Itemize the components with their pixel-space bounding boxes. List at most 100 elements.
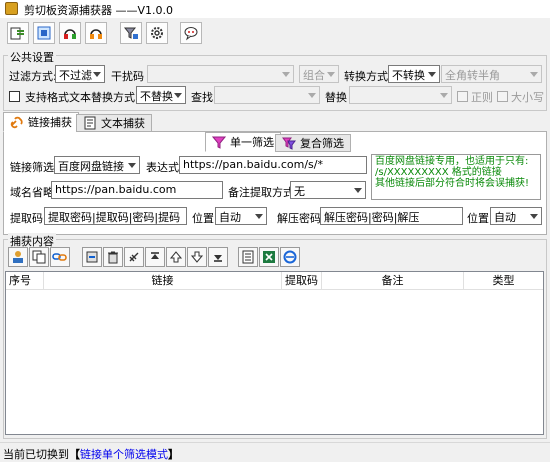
export-button[interactable] [82, 247, 102, 267]
link-filter-value: 百度网盘链接 [58, 160, 124, 173]
replace-mode-select[interactable]: 不替换 [136, 86, 186, 104]
chevron-down-icon [308, 93, 316, 98]
chevron-down-icon [327, 72, 335, 77]
unzip-position-select[interactable]: 自动 [490, 207, 542, 225]
unzip-password-input[interactable]: 解压密码|密码|解压 [320, 207, 463, 225]
regex-label: 正则 [471, 91, 493, 104]
app-icon [5, 2, 18, 15]
column-header-link[interactable]: 链接 [44, 272, 282, 290]
person-icon [13, 251, 23, 263]
tab-single-filter[interactable]: 单一筛选 [205, 132, 281, 152]
column-header-code[interactable]: 提取码 [282, 272, 322, 290]
arrow-bottom-icon [214, 255, 222, 262]
title-bar: 剪切板资源捕获器 ——V1.0.0 [0, 0, 550, 18]
column-header-remark[interactable]: 备注 [322, 272, 464, 290]
clean-button[interactable] [124, 247, 144, 267]
domain-omit-label: 域名省略 [10, 186, 54, 199]
filter-multi-icon [282, 137, 296, 150]
code-position-select[interactable]: 自动 [215, 207, 267, 225]
link-filter-select[interactable]: 百度网盘链接 [54, 156, 140, 174]
note-line: 百度网盘链接专用，也适用于只有: [375, 156, 529, 167]
regex-checkbox[interactable] [457, 91, 468, 102]
note-line: 其他链接后部分符合时将会误捕获! [375, 178, 530, 189]
find-select[interactable] [214, 86, 320, 104]
link-capture-icon [10, 116, 23, 129]
status-mode: 链接单个筛选模式 [80, 448, 168, 461]
open-browser-button[interactable] [280, 247, 300, 267]
expression-input[interactable]: https://pan.baidu.com/s/* [179, 156, 367, 174]
move-bottom-button[interactable] [208, 247, 228, 267]
status-text: 当前已切换到【链接单个筛选模式】 [3, 446, 179, 462]
domain-omit-input[interactable]: https://pan.baidu.com [51, 181, 223, 199]
chevron-down-icon [93, 72, 101, 77]
tab-compound-filter[interactable]: 复合筛选 [275, 134, 351, 152]
column-header-type[interactable]: 类型 [464, 272, 543, 290]
tab-single-filter-label: 单一筛选 [230, 136, 274, 149]
feedback-button[interactable] [180, 22, 202, 44]
capture-toggle-icon [10, 27, 24, 40]
arrow-top-icon [151, 252, 159, 259]
text-export-button[interactable] [238, 247, 258, 267]
excel-icon [263, 251, 275, 263]
replace-mode-label: 替换方式: [91, 91, 139, 104]
screen-capture-button[interactable] [33, 22, 55, 44]
window-title: 剪切板资源捕获器 ——V1.0.0 [24, 4, 174, 17]
tab-link-capture[interactable]: 链接捕获 [3, 112, 79, 132]
replace-with-select[interactable] [349, 86, 452, 104]
unzip-password-label: 解压密码 [277, 212, 321, 225]
settings-button[interactable] [146, 22, 168, 44]
tab-text-capture[interactable]: 文本捕获 [76, 114, 152, 132]
filter-mode-label: 过滤方式: [9, 70, 57, 83]
capture-toggle-button[interactable] [7, 22, 29, 44]
status-prefix: 当前已切换到 [3, 448, 69, 461]
tab-compound-filter-label: 复合筛选 [300, 137, 344, 150]
chevron-down-icon [428, 72, 436, 77]
filter-button[interactable] [120, 22, 142, 44]
move-up-button[interactable] [166, 247, 186, 267]
move-top-button[interactable] [145, 247, 165, 267]
status-open-bracket: 【 [69, 448, 80, 461]
chevron-down-icon [255, 214, 263, 219]
screen-capture-icon [37, 26, 51, 40]
code-position-value: 自动 [219, 211, 241, 224]
excel-export-button[interactable] [259, 247, 279, 267]
combo-mode-value: 组合 [303, 69, 325, 82]
remark-extract-select[interactable]: 无 [290, 181, 366, 199]
capture-list[interactable]: 序号 链接 提取码 备注 类型 [5, 271, 544, 435]
text-document-icon [84, 116, 96, 130]
extract-code-input[interactable]: 提取密码|提取码|密码|提码 [44, 207, 187, 225]
tab-link-capture-label: 链接捕获 [28, 116, 72, 129]
move-down-button[interactable] [187, 247, 207, 267]
copy-links-button[interactable] [50, 247, 70, 267]
browser-e-icon [283, 250, 297, 264]
headset-orange-icon [90, 29, 102, 39]
extract-code-label: 提取码 [10, 212, 43, 225]
formatted-text-checkbox[interactable] [9, 91, 20, 102]
filter-pink-icon [212, 136, 226, 149]
chevron-down-icon [128, 163, 136, 168]
arrow-down-icon [190, 251, 204, 263]
chevron-down-icon [530, 214, 538, 219]
convert-mode-label: 转换方式: [344, 70, 392, 83]
convert-mode-select[interactable]: 不转换 [388, 65, 440, 83]
headset-orange-button[interactable] [85, 22, 107, 44]
filter-mode-value: 不过滤 [59, 69, 92, 82]
headset-red-button[interactable] [59, 22, 81, 44]
replace-mode-value: 不替换 [140, 90, 173, 103]
combo-mode-select[interactable]: 组合 [299, 65, 339, 83]
noise-code-select[interactable] [147, 65, 294, 83]
filter-mode-select[interactable]: 不过滤 [55, 65, 105, 83]
tab-text-capture-label: 文本捕获 [101, 117, 145, 130]
text-file-icon [242, 250, 254, 264]
broom-icon [129, 252, 139, 262]
chat-bubble-icon [184, 27, 198, 41]
copy-button[interactable] [29, 247, 49, 267]
convert-mode-value: 不转换 [392, 69, 425, 82]
noise-code-label: 干扰码 [111, 70, 144, 83]
column-header-index[interactable]: 序号 [6, 272, 44, 290]
copy-person-button[interactable] [8, 247, 28, 267]
width-convert-select[interactable]: 全角转半角 [441, 65, 542, 83]
delete-button[interactable] [103, 247, 123, 267]
gear-icon [151, 27, 163, 39]
case-checkbox[interactable] [497, 91, 508, 102]
